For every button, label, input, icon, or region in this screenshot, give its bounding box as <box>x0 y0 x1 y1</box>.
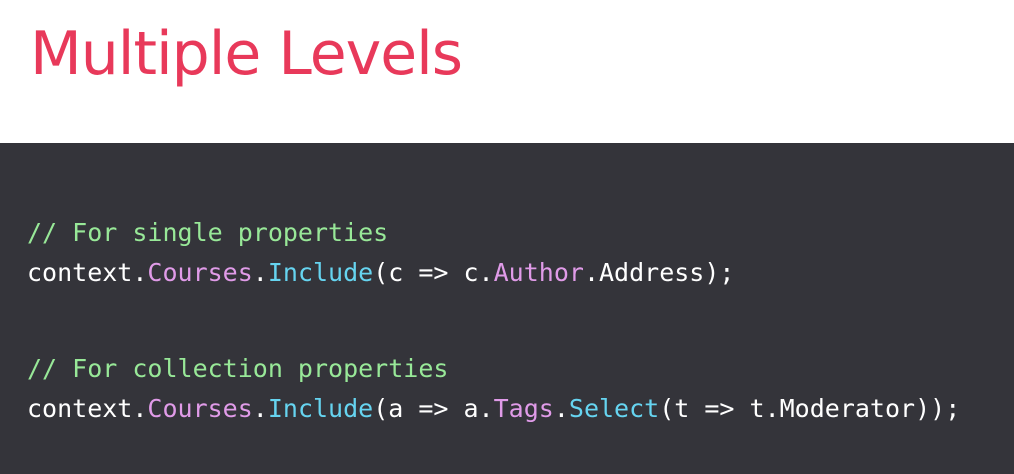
code-token-select: Select <box>568 394 660 423</box>
code-comment-single: // For single properties <box>27 218 389 247</box>
code-token: context. <box>27 258 148 287</box>
code-token-include: Include <box>267 394 374 423</box>
slide: Multiple Levels // For single properties… <box>0 0 1014 474</box>
slide-title: Multiple Levels <box>30 19 463 89</box>
code-token-courses: Courses <box>147 394 253 423</box>
code-line-single: context.Courses.Include(c => c.Author.Ad… <box>27 255 734 291</box>
code-token: .Address); <box>583 258 735 287</box>
code-token-courses: Courses <box>147 258 253 287</box>
code-token: context. <box>27 394 148 423</box>
code-token: . <box>252 258 268 287</box>
title-area: Multiple Levels <box>0 0 1014 143</box>
code-token: (a => a. <box>373 394 494 423</box>
code-token: . <box>252 394 268 423</box>
code-token: . <box>553 394 569 423</box>
code-token: (c => c. <box>373 258 494 287</box>
code-panel: // For single properties context.Courses… <box>0 143 1014 474</box>
code-line-collection: context.Courses.Include(a => a.Tags.Sele… <box>27 391 960 427</box>
code-token-author: Author <box>493 258 584 287</box>
code-token-tags: Tags <box>493 394 554 423</box>
code-comment-collection: // For collection properties <box>27 354 449 383</box>
code-token: (t => t.Moderator)); <box>659 394 961 423</box>
code-token-include: Include <box>267 258 374 287</box>
